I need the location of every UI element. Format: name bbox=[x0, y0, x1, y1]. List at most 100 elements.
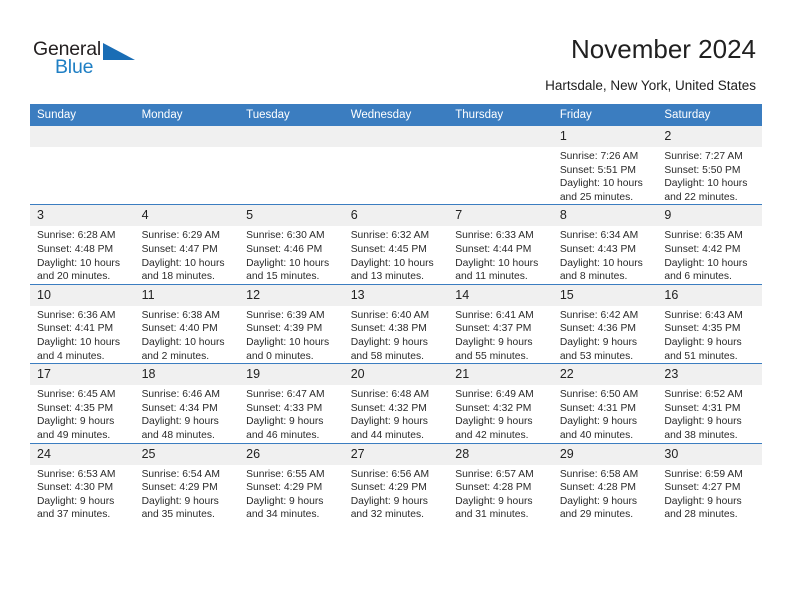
calendar-day-cell[interactable]: 25 Sunrise: 6:54 AM Sunset: 4:29 PM Dayligh… bbox=[134, 442, 240, 522]
day-details: Sunrise: 6:39 AM Sunset: 4:39 PM Daylight:… bbox=[239, 306, 344, 363]
weekday-header-monday: Monday bbox=[134, 104, 240, 126]
sunset-text: Sunset: 4:35 PM bbox=[664, 323, 741, 335]
calendar-day-cell[interactable]: 19 Sunrise: 6:47 AM Sunset: 4:33 PM Dayligh… bbox=[239, 363, 344, 443]
sunrise-text: Sunrise: 6:29 AM bbox=[141, 230, 220, 242]
day-details: Sunrise: 6:53 AM Sunset: 4:30 PM Daylight:… bbox=[30, 465, 135, 522]
calendar-day-cell[interactable]: 26 Sunrise: 6:55 AM Sunset: 4:29 PM Dayligh… bbox=[239, 442, 344, 522]
calendar-week-row: 17 Sunrise: 6:45 AM Sunset: 4:35 PM Dayligh… bbox=[30, 363, 762, 443]
calendar-day-cell[interactable]: 3 Sunrise: 6:28 AM Sunset: 4:48 PM Daylight… bbox=[30, 204, 135, 285]
calendar-day-cell[interactable]: 2 Sunrise: 7:27 AM Sunset: 5:50 PM Daylight… bbox=[657, 126, 762, 205]
day-details: Sunrise: 6:52 AM Sunset: 4:31 PM Daylight:… bbox=[657, 385, 762, 442]
sunset-text: Sunset: 4:36 PM bbox=[559, 323, 636, 335]
sunrise-text: Sunrise: 6:28 AM bbox=[37, 230, 116, 242]
day-details: Sunrise: 6:29 AM Sunset: 4:47 PM Daylight:… bbox=[135, 226, 240, 283]
sunset-text: Sunset: 4:30 PM bbox=[37, 482, 114, 494]
calendar-day-cell[interactable]: 14 Sunrise: 6:41 AM Sunset: 4:37 PM Dayligh… bbox=[448, 283, 553, 364]
calendar-day-cell[interactable]: 5 Sunrise: 6:30 AM Sunset: 4:46 PM Daylight… bbox=[239, 204, 344, 285]
sunrise-text: Sunrise: 6:48 AM bbox=[350, 389, 430, 401]
calendar-day-cell[interactable]: 15 Sunrise: 6:42 AM Sunset: 4:36 PM Dayligh… bbox=[552, 283, 658, 364]
sunrise-text: Sunrise: 6:47 AM bbox=[246, 389, 325, 401]
daylight-text: Daylight: 10 hours and 6 minutes. bbox=[664, 257, 748, 283]
daylight-text: Daylight: 10 hours and 0 minutes. bbox=[246, 336, 330, 362]
day-number: 4 bbox=[134, 205, 240, 227]
sunrise-text: Sunrise: 7:26 AM bbox=[559, 151, 639, 162]
daylight-text: Daylight: 9 hours and 32 minutes. bbox=[350, 495, 428, 521]
weekday-header-thursday: Thursday bbox=[448, 104, 553, 126]
sunset-text: Sunset: 4:37 PM bbox=[455, 323, 532, 335]
weekday-header-sunday: Sunday bbox=[30, 104, 135, 126]
daylight-text: Daylight: 9 hours and 35 minutes. bbox=[141, 495, 219, 521]
calendar-day-cell[interactable]: 13 Sunrise: 6:40 AM Sunset: 4:38 PM Dayligh… bbox=[343, 283, 449, 364]
weekday-header-wednesday: Wednesday bbox=[343, 104, 449, 126]
day-details: Sunrise: 7:26 AM Sunset: 5:51 PM Daylight:… bbox=[553, 147, 658, 204]
calendar-day-cell[interactable]: 7 Sunrise: 6:33 AM Sunset: 4:44 PM Daylight… bbox=[448, 204, 553, 285]
day-details: Sunrise: 6:59 AM Sunset: 4:27 PM Daylight:… bbox=[657, 465, 762, 522]
sunset-text: Sunset: 4:40 PM bbox=[141, 323, 218, 335]
calendar-day-cell[interactable]: 6 Sunrise: 6:32 AM Sunset: 4:45 PM Daylight… bbox=[343, 204, 449, 285]
calendar-day-cell[interactable]: 28 Sunrise: 6:57 AM Sunset: 4:28 PM Dayligh… bbox=[448, 442, 553, 522]
daylight-text: Daylight: 9 hours and 38 minutes. bbox=[664, 416, 742, 441]
calendar-day-cell[interactable]: 27 Sunrise: 6:56 AM Sunset: 4:29 PM Dayligh… bbox=[343, 442, 449, 522]
calendar-day-cell[interactable]: 12 Sunrise: 6:39 AM Sunset: 4:39 PM Dayligh… bbox=[239, 283, 344, 364]
sunset-text: Sunset: 4:29 PM bbox=[246, 482, 323, 494]
sunset-text: Sunset: 4:47 PM bbox=[141, 243, 218, 255]
daylight-text: Daylight: 10 hours and 4 minutes. bbox=[37, 336, 120, 362]
day-number: 5 bbox=[239, 205, 344, 227]
calendar-day-cell[interactable]: 20 Sunrise: 6:48 AM Sunset: 4:32 PM Dayligh… bbox=[343, 363, 449, 443]
daylight-text: Daylight: 10 hours and 8 minutes. bbox=[559, 257, 643, 283]
sunrise-text: Sunrise: 6:41 AM bbox=[455, 309, 534, 321]
day-number: 2 bbox=[657, 126, 762, 147]
calendar-day-cell[interactable]: 22 Sunrise: 6:50 AM Sunset: 4:31 PM Dayligh… bbox=[552, 363, 658, 443]
sunset-text: Sunset: 4:29 PM bbox=[350, 482, 427, 494]
day-number: 1 bbox=[552, 126, 658, 147]
day-details: Sunrise: 6:34 AM Sunset: 4:43 PM Daylight:… bbox=[553, 226, 658, 283]
calendar-day-cell[interactable]: 23 Sunrise: 6:52 AM Sunset: 4:31 PM Dayligh… bbox=[657, 363, 762, 443]
day-details: Sunrise: 6:41 AM Sunset: 4:37 PM Daylight:… bbox=[448, 306, 553, 363]
sunrise-text: Sunrise: 6:42 AM bbox=[559, 309, 639, 321]
calendar-week-row: 1 Sunrise: 7:26 AM Sunset: 5:51 PM Daylight… bbox=[30, 126, 762, 205]
sunset-text: Sunset: 4:35 PM bbox=[37, 402, 114, 414]
sunrise-text: Sunrise: 6:46 AM bbox=[141, 389, 220, 401]
calendar-day-cell[interactable]: 10 Sunrise: 6:36 AM Sunset: 4:41 PM Dayligh… bbox=[30, 283, 135, 364]
daylight-text: Daylight: 9 hours and 51 minutes. bbox=[664, 336, 742, 362]
calendar-day-cell[interactable]: 17 Sunrise: 6:45 AM Sunset: 4:35 PM Dayligh… bbox=[30, 363, 135, 443]
daylight-text: Daylight: 9 hours and 42 minutes. bbox=[455, 416, 533, 441]
calendar-day-cell[interactable]: 21 Sunrise: 6:49 AM Sunset: 4:32 PM Dayligh… bbox=[448, 363, 553, 443]
sunset-text: Sunset: 4:31 PM bbox=[664, 402, 741, 414]
day-number: 30 bbox=[657, 443, 762, 465]
day-details: Sunrise: 6:50 AM Sunset: 4:31 PM Daylight:… bbox=[553, 385, 658, 442]
day-number: 9 bbox=[657, 205, 762, 227]
daylight-text: Daylight: 9 hours and 34 minutes. bbox=[246, 495, 324, 521]
sunset-text: Sunset: 4:33 PM bbox=[246, 402, 323, 414]
day-number: 21 bbox=[448, 364, 553, 386]
sunrise-text: Sunrise: 6:59 AM bbox=[664, 468, 743, 480]
calendar-day-cell[interactable]: 30 Sunrise: 6:59 AM Sunset: 4:27 PM Dayligh… bbox=[657, 442, 762, 522]
day-number: 24 bbox=[30, 443, 135, 465]
calendar-day-cell[interactable]: 18 Sunrise: 6:46 AM Sunset: 4:34 PM Dayligh… bbox=[134, 363, 240, 443]
sunset-text: Sunset: 4:31 PM bbox=[559, 402, 636, 414]
calendar-day-cell[interactable]: 16 Sunrise: 6:43 AM Sunset: 4:35 PM Dayligh… bbox=[657, 283, 762, 364]
calendar-day-cell[interactable]: 8 Sunrise: 6:34 AM Sunset: 4:43 PM Daylight… bbox=[552, 204, 658, 285]
calendar-body: 1 Sunrise: 7:26 AM Sunset: 5:51 PM Daylight… bbox=[30, 126, 762, 522]
calendar-day-cell[interactable]: 24 Sunrise: 6:53 AM Sunset: 4:30 PM Dayligh… bbox=[30, 442, 135, 522]
sunrise-text: Sunrise: 6:57 AM bbox=[455, 468, 534, 480]
sunset-text: Sunset: 4:45 PM bbox=[350, 243, 427, 255]
location-subtitle: Hartsdale, New York, United States bbox=[545, 78, 756, 93]
daylight-text: Daylight: 9 hours and 29 minutes. bbox=[559, 495, 638, 521]
daylight-text: Daylight: 9 hours and 40 minutes. bbox=[559, 416, 638, 441]
sunrise-text: Sunrise: 6:45 AM bbox=[37, 389, 116, 401]
sunset-text: Sunset: 4:28 PM bbox=[455, 482, 532, 494]
sunrise-text: Sunrise: 6:34 AM bbox=[559, 230, 639, 242]
day-number: 19 bbox=[239, 364, 344, 386]
day-details: Sunrise: 6:40 AM Sunset: 4:38 PM Daylight:… bbox=[344, 306, 449, 363]
sunrise-text: Sunrise: 6:35 AM bbox=[664, 230, 743, 242]
sunrise-text: Sunrise: 7:27 AM bbox=[664, 151, 743, 162]
day-details: Sunrise: 6:46 AM Sunset: 4:34 PM Daylight:… bbox=[135, 385, 240, 442]
calendar-day-cell[interactable]: 1 Sunrise: 7:26 AM Sunset: 5:51 PM Daylight… bbox=[552, 126, 658, 205]
calendar-day-cell[interactable]: 11 Sunrise: 6:38 AM Sunset: 4:40 PM Dayligh… bbox=[134, 283, 240, 364]
calendar-day-cell[interactable]: 4 Sunrise: 6:29 AM Sunset: 4:47 PM Daylight… bbox=[134, 204, 240, 285]
calendar-day-cell[interactable]: 29 Sunrise: 6:58 AM Sunset: 4:28 PM Dayligh… bbox=[552, 442, 658, 522]
day-number: 6 bbox=[343, 205, 449, 227]
sunset-text: Sunset: 5:50 PM bbox=[664, 164, 741, 176]
calendar-day-cell[interactable]: 9 Sunrise: 6:35 AM Sunset: 4:42 PM Daylight… bbox=[657, 204, 762, 285]
